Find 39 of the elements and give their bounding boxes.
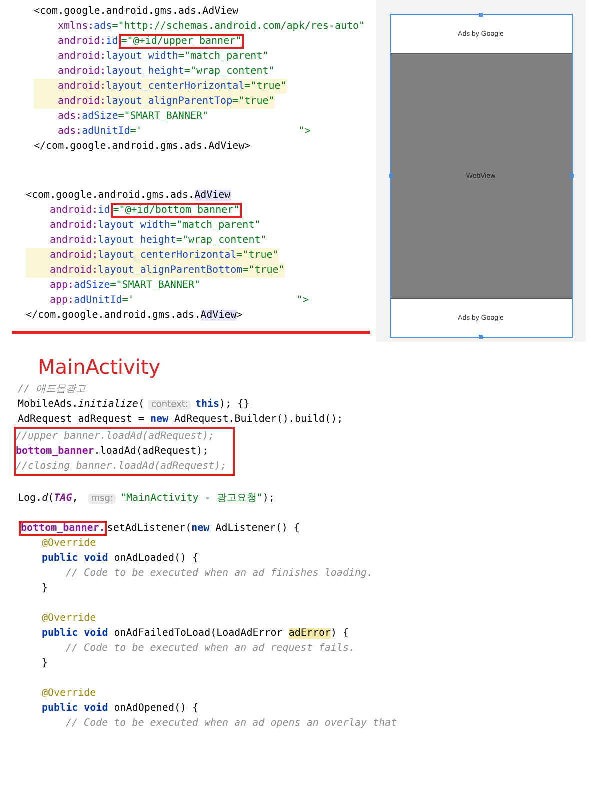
code-line: AdRequest adRequest = new AdRequest.Builder().build(); [18,413,344,427]
code-line: // Code to be executed when an ad request fails. [65,642,355,656]
code-line: app:adUnitId=' "> [49,294,309,308]
code-line: android:id ="@+id/upper_banner" [57,34,244,49]
code-line: } [41,657,48,671]
code-line: public void onAdOpened() { [41,702,199,716]
resize-handle-icon[interactable] [478,13,482,17]
code-line: xmlns:ads="http://schemas.android.com/apk/res-auto" [57,20,366,34]
code-line: //closing_banner.loadAd(adRequest); [14,459,235,476]
code-line: // 애드몹광고 [18,383,86,397]
code-line: } [41,582,48,596]
code-line: </com.google.android.gms.ads.AdView> [34,140,251,154]
code-line: android:id ="@+id/bottom_banner" [49,203,242,218]
code-line: ads:adUnitId=' "> [57,125,311,139]
resize-handle-icon[interactable] [478,335,482,339]
code-line: android:layout_height="wrap_content" [49,234,267,248]
code-line: </com.google.android.gms.ads.AdView> [26,309,243,323]
code-line: public void onAdLoaded() { [41,552,199,566]
code-line: ads:adSize="SMART_BANNER" [57,110,209,124]
code-line: <com.google.android.gms.ads.AdView [34,5,239,19]
resize-handle-icon[interactable] [570,174,574,178]
code-line: @Override [41,612,96,626]
code-line: bottom_banner. setAdListener(new AdListener() { [18,521,300,536]
code-line: @Override [41,687,96,701]
code-line: android:layout_width="match_parent" [49,219,261,233]
code-line: public void onAdFailedToLoad(LoadAdError adError) { [41,626,350,641]
code-line: // Code to be executed when an ad finishes loading. [65,567,374,581]
code-line: @Override [41,537,96,551]
resize-handle-icon[interactable] [388,174,392,178]
code-line: //upper_banner.loadAd(adRequest); [14,427,235,444]
code-line: Log.d(TAG, msg: "MainActivity - 광고요청"); [18,492,275,506]
code-line: app:adSize="SMART_BANNER" [49,279,201,293]
code-line: <com.google.android.gms.ads.AdView [26,189,231,203]
code-line: android:layout_height="wrap_content" [57,65,275,79]
code-line: bottom_banner.loadAd(adRequest); [14,444,235,459]
code-line: MobileAds.initialize( context: this); {} [18,398,250,412]
section-title: MainActivity [38,354,162,380]
code-line: android:layout_width="match_parent" [57,50,269,64]
code-line: // Code to be executed when an ad opens an overlay that [65,717,398,731]
